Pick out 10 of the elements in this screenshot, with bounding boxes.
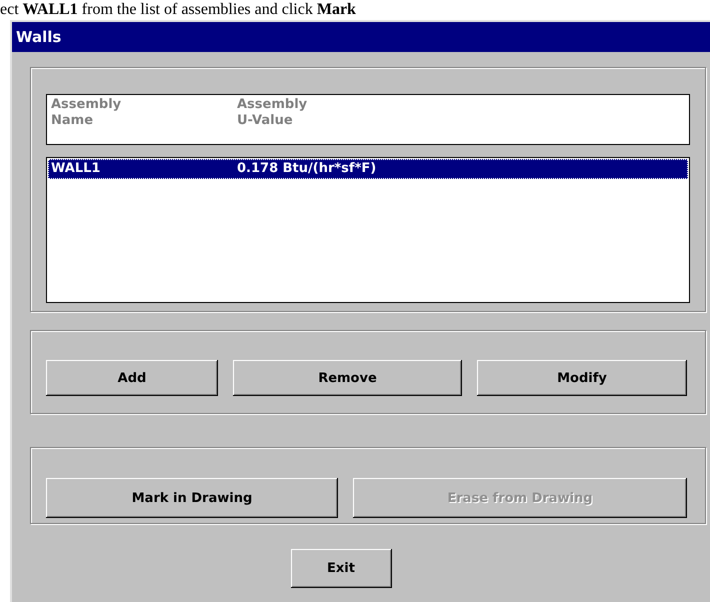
column-header[interactable]: Assembly U-Value [237,97,308,142]
column-header[interactable]: Assembly Name [51,97,237,142]
window-title: Walls [12,22,710,52]
assembly-row[interactable]: WALL1 0.178 Btu/(hr*sf*F) [48,159,688,179]
caption-text: ect WALL1 from the list of assemblies and click Mark [0,0,357,20]
add-button[interactable]: Add [46,360,218,396]
modify-button[interactable]: Modify [477,360,687,396]
exit-button[interactable]: Exit [290,549,392,588]
mark-button[interactable]: Mark in Drawing [46,478,338,518]
remove-button[interactable]: Remove [233,360,462,396]
